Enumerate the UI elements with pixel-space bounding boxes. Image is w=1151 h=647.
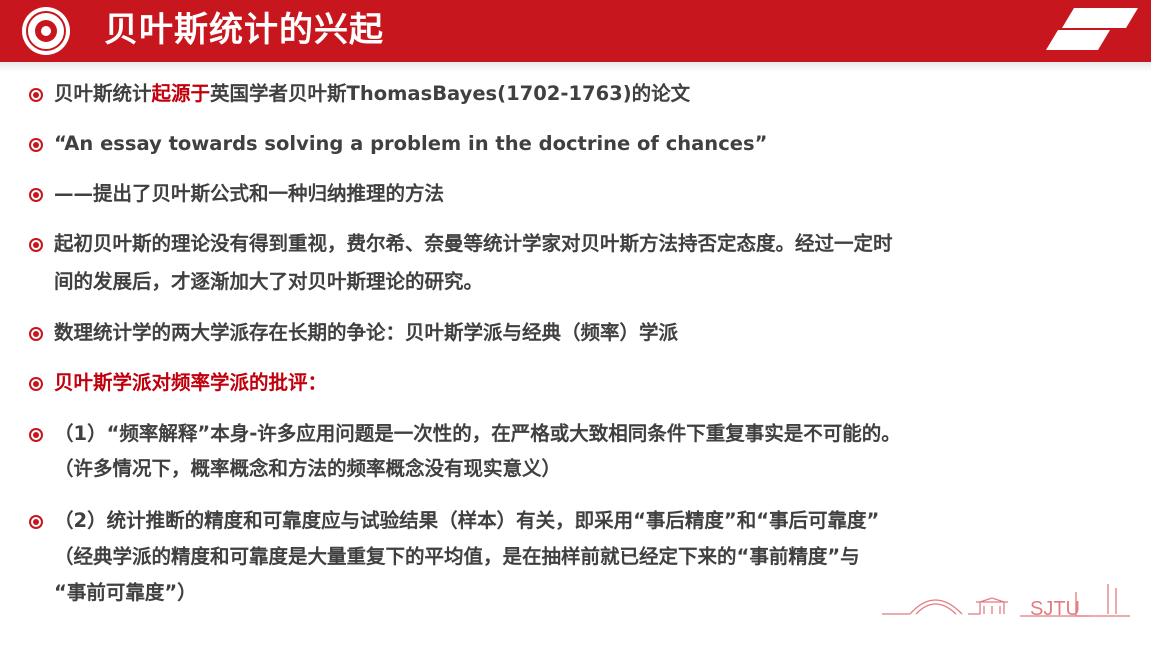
criticism-1-line2: （许多情况下，概率概念和方法的频率概念没有现实意义）	[54, 457, 562, 480]
criticism-1-line1: （1）“频率解释”本身-许多应用问题是一次性的，在严格或大致相同条件下重复事实是…	[54, 422, 901, 445]
sjtu-gate-icon: SJTU	[882, 584, 1130, 620]
bullet-icon	[28, 87, 44, 103]
bullet-icon	[28, 187, 44, 203]
criticism-2-line1: （2）统计推断的精度和可靠度应与试验结果（样本）有关，即采用“事后精度”和“事后…	[54, 509, 880, 532]
origin-pre: 贝叶斯统计	[54, 82, 152, 105]
bullet-icon	[28, 237, 44, 253]
origin-post: 英国学者贝叶斯ThomasBayes(1702-1763)的论文	[210, 82, 691, 105]
criticism-2-line2: （经典学派的精度和可靠度是大量重复下的平均值，是在抽样前就已经定下来的“事前精度…	[54, 545, 860, 568]
corner-decoration-icon	[1046, 8, 1138, 50]
two-schools-text: 数理统计学的两大学派存在长期的争论：贝叶斯学派与经典（频率）学派	[54, 321, 679, 344]
bullet-icon	[28, 514, 44, 530]
early-neglect-line1: 起初贝叶斯的理论没有得到重视，费尔希、奈曼等统计学家对贝叶斯方法持否定态度。经过…	[54, 232, 893, 255]
svg-text:SJTU: SJTU	[1030, 598, 1080, 620]
bullet-icon	[28, 326, 44, 342]
slide-title: 贝叶斯统计的兴起	[104, 10, 384, 50]
title-bar-shadow	[0, 62, 1151, 72]
origin-emphasis: 起源于	[151, 82, 211, 105]
criticism-2-line3: “事前可靠度”）	[54, 581, 197, 604]
bullet-icon	[28, 137, 44, 153]
title-bar: 贝叶斯统计的兴起	[0, 0, 1151, 62]
bullet-icon	[28, 376, 44, 392]
formula-text: ——提出了贝叶斯公式和一种归纳推理的方法	[54, 182, 445, 205]
criticism-heading: 贝叶斯学派对频率学派的批评：	[54, 371, 328, 394]
university-logo	[22, 7, 70, 55]
essay-title: “An essay towards solving a problem in t…	[54, 132, 768, 155]
early-neglect-line2: 间的发展后，才逐渐加大了对贝叶斯理论的研究。	[54, 270, 484, 293]
logo-center-dot	[41, 26, 51, 36]
bullet-icon	[28, 427, 44, 443]
